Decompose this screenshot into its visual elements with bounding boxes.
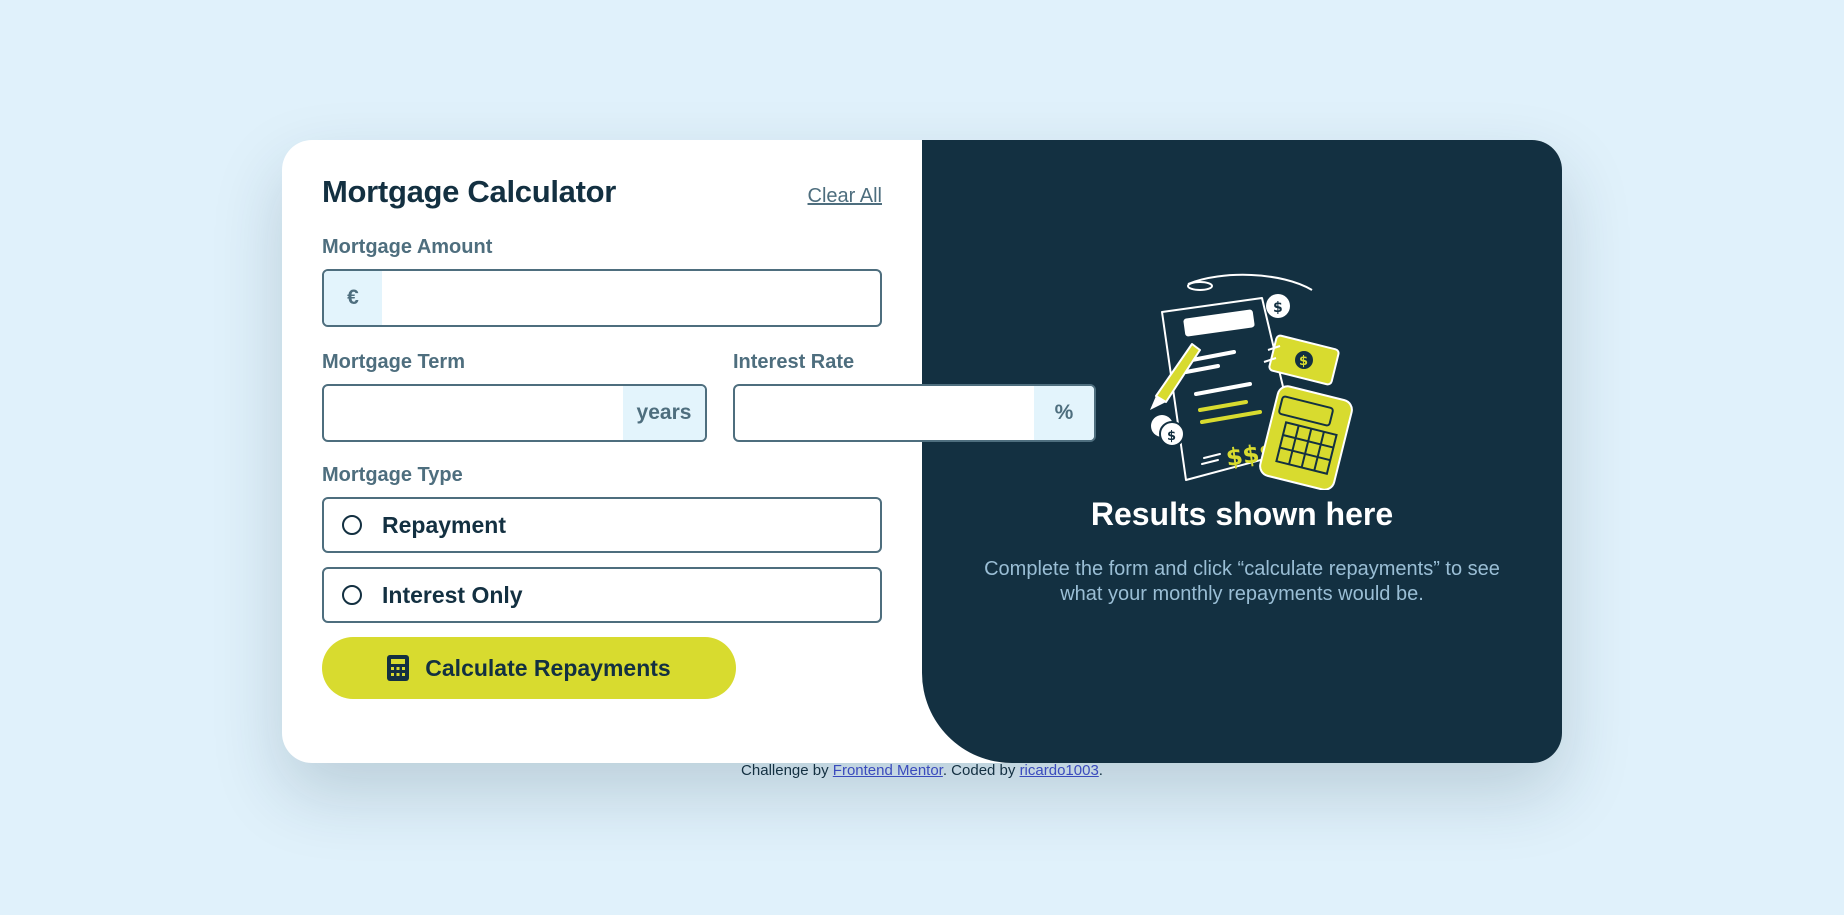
results-description: Complete the form and click “calculate r… <box>984 558 1500 605</box>
interest-rate-label: Interest Rate <box>733 351 855 373</box>
radio-label-interest-only: Interest Only <box>382 581 523 608</box>
page-title: Mortgage Calculator <box>322 174 617 209</box>
term-rate-row: Mortgage Term years Interest Rate % <box>322 351 1096 442</box>
years-suffix: years <box>623 386 705 440</box>
mortgage-type-label: Mortgage Type <box>322 464 463 486</box>
percent-suffix: % <box>1034 386 1094 440</box>
radio-option-interest-only[interactable]: Interest Only <box>322 567 882 623</box>
interest-rate-field[interactable]: % <box>733 384 1096 442</box>
attribution-prefix: Challenge by <box>741 762 829 779</box>
svg-text:$: $ <box>1167 429 1176 444</box>
calculator-icon <box>387 655 410 681</box>
mortgage-term-label: Mortgage Term <box>322 351 465 373</box>
svg-text:$: $ <box>1299 354 1308 369</box>
interest-rate-input[interactable] <box>735 386 1034 440</box>
radio-button-repayment[interactable] <box>342 515 362 535</box>
radio-option-repayment[interactable]: Repayment <box>322 497 882 553</box>
calculator-card: Mortgage Calculator Clear All Mortgage A… <box>282 140 1562 763</box>
attribution-suffix: . <box>1098 762 1103 779</box>
radio-button-interest-only[interactable] <box>342 585 362 605</box>
form-panel: Mortgage Calculator Clear All Mortgage A… <box>282 140 1096 763</box>
attribution-middle: . Coded by <box>942 762 1016 779</box>
frontend-mentor-link[interactable]: Frontend Mentor <box>833 762 943 779</box>
attribution-footer: Challenge by Frontend Mentor. Coded by r… <box>0 762 1844 779</box>
mortgage-type-group: Mortgage Type Repayment Interest Only <box>322 464 882 623</box>
mortgage-term-input[interactable] <box>324 386 623 440</box>
calculate-repayments-button[interactable]: Calculate Repayments <box>322 637 736 699</box>
mortgage-term-field[interactable]: years <box>322 384 707 442</box>
author-link[interactable]: ricardo1003 <box>1020 762 1099 779</box>
empty-results-illustration: $$$ $ $ $ <box>1150 273 1353 490</box>
svg-text:$: $ <box>1273 300 1283 316</box>
mortgage-amount-input[interactable] <box>382 271 880 325</box>
mortgage-amount-group: Mortgage Amount € <box>322 236 882 327</box>
clear-all-link[interactable]: Clear All <box>808 185 882 208</box>
form-header: Mortgage Calculator Clear All <box>322 174 882 210</box>
currency-prefix: € <box>324 271 382 325</box>
interest-rate-group: Interest Rate % <box>733 351 1096 442</box>
calculate-button-label: Calculate Repayments <box>425 654 671 681</box>
mortgage-amount-label: Mortgage Amount <box>322 236 493 258</box>
mortgage-amount-field[interactable]: € <box>322 269 882 327</box>
results-panel: $$$ $ $ $ Results shown here Complete th… <box>922 140 1562 763</box>
radio-label-repayment: Repayment <box>382 511 506 538</box>
mortgage-term-group: Mortgage Term years <box>322 351 707 442</box>
results-title: Results shown here <box>1090 496 1394 532</box>
